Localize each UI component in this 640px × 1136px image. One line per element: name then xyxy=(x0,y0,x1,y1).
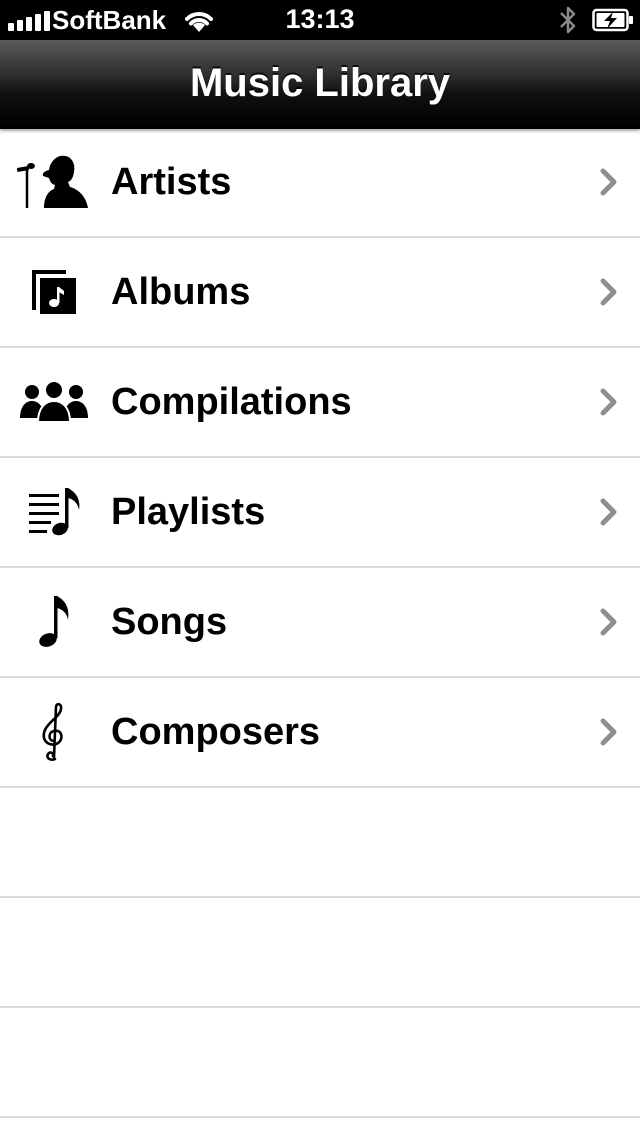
chevron-right-icon xyxy=(600,388,617,416)
treble-clef-icon xyxy=(14,696,94,768)
music-library-list: Artists Albums Compilations Playlists So… xyxy=(0,128,640,1118)
empty-row xyxy=(0,788,640,898)
album-icon xyxy=(14,256,94,328)
list-item-label: Albums xyxy=(111,271,251,313)
playlist-icon xyxy=(14,476,94,548)
compilations-group-icon xyxy=(14,366,94,438)
list-item-songs[interactable]: Songs xyxy=(0,568,640,678)
list-item-label: Compilations xyxy=(111,381,352,423)
chevron-right-icon xyxy=(600,498,617,526)
music-note-icon xyxy=(14,586,94,658)
list-item-artists[interactable]: Artists xyxy=(0,128,640,238)
chevron-right-icon xyxy=(600,608,617,636)
page-title: Music Library xyxy=(189,61,451,105)
chevron-right-icon xyxy=(600,278,617,306)
list-item-composers[interactable]: Composers xyxy=(0,678,640,788)
list-item-label: Composers xyxy=(111,711,321,753)
list-item-albums[interactable]: Albums xyxy=(0,238,640,348)
navigation-bar: Music Library xyxy=(0,40,640,129)
empty-row xyxy=(0,1008,640,1118)
artist-microphone-icon xyxy=(14,146,94,218)
empty-row xyxy=(0,898,640,1008)
status-bar: SoftBank 13:13 xyxy=(0,0,640,40)
list-item-label: Songs xyxy=(111,601,228,643)
list-item-compilations[interactable]: Compilations xyxy=(0,348,640,458)
bluetooth-icon xyxy=(560,6,576,34)
list-item-label: Playlists xyxy=(111,491,266,533)
status-time: 13:13 xyxy=(285,4,355,34)
battery-charging-icon xyxy=(592,8,633,32)
list-item-playlists[interactable]: Playlists xyxy=(0,458,640,568)
list-item-label: Artists xyxy=(111,161,232,203)
chevron-right-icon xyxy=(600,168,617,196)
chevron-right-icon xyxy=(600,718,617,746)
